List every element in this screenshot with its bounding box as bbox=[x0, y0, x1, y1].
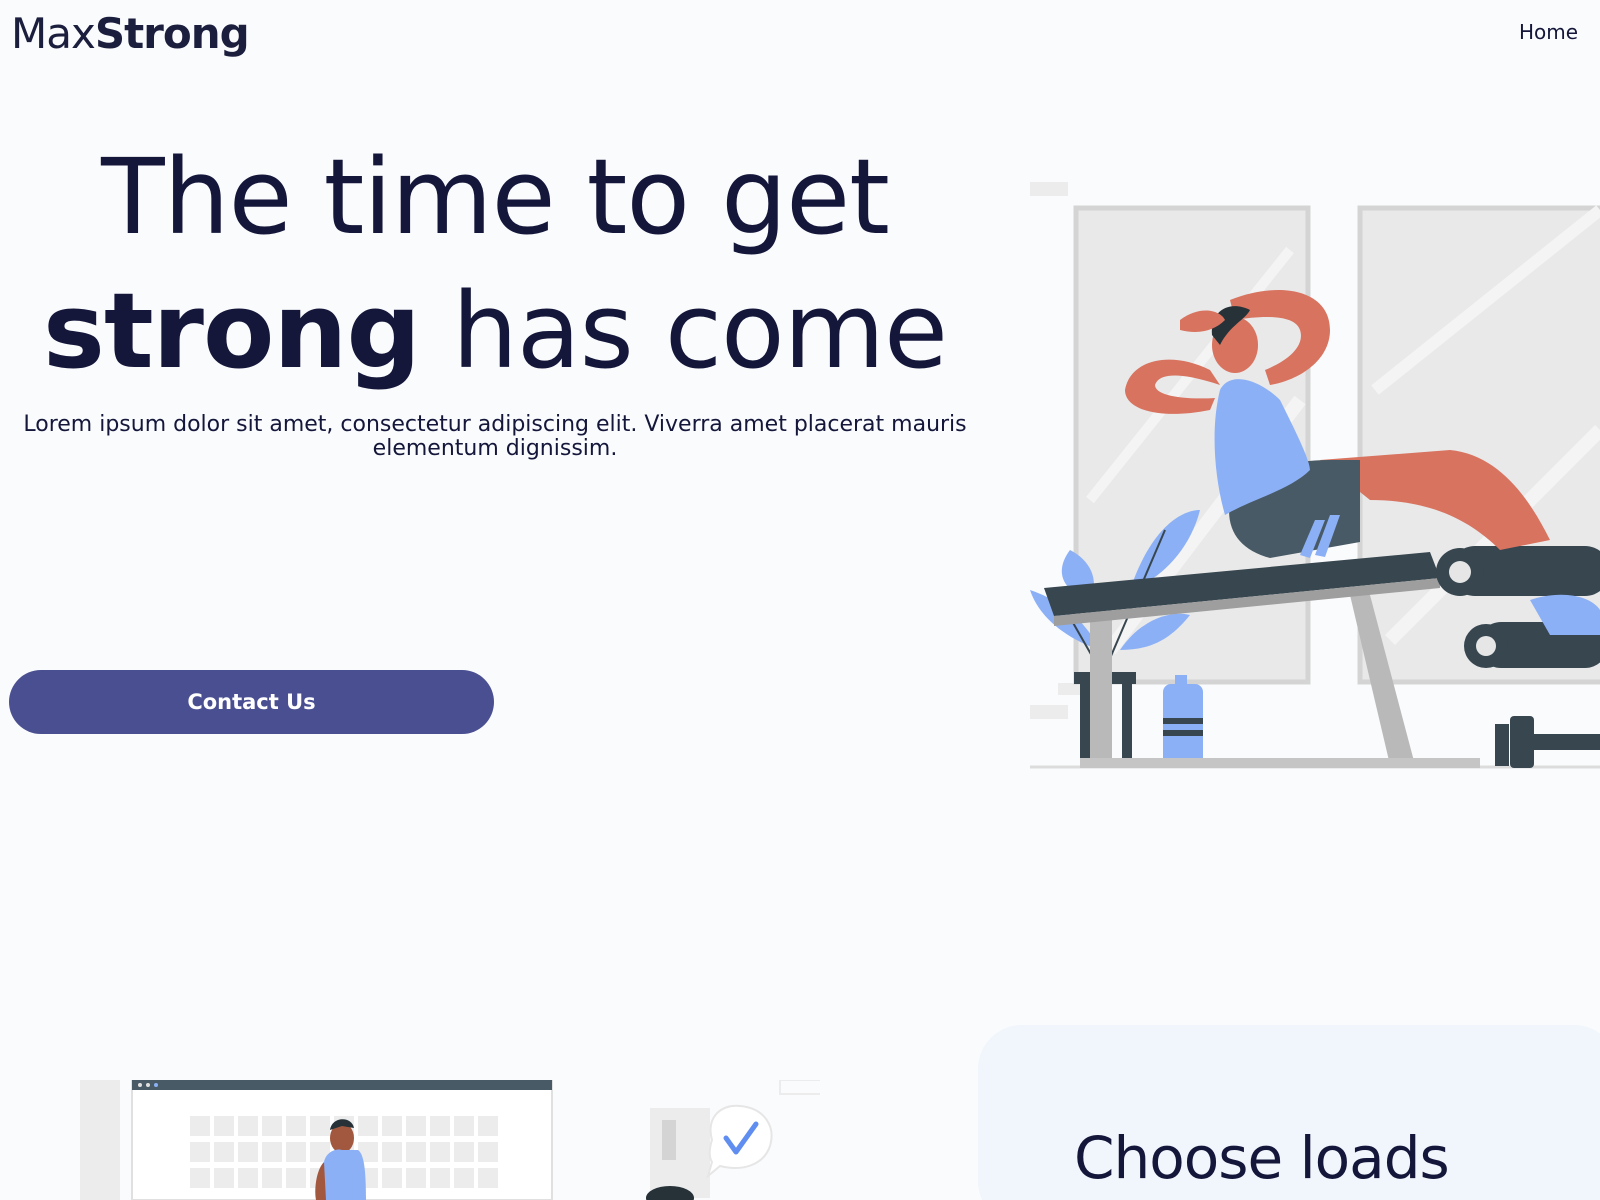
hero-title-rest: has come bbox=[419, 270, 948, 392]
workout-planner-illustration bbox=[80, 1080, 820, 1200]
man-doing-situps-illustration bbox=[1030, 182, 1600, 769]
hero-title-strong: strong bbox=[43, 270, 421, 392]
logo-text-light: Max bbox=[11, 9, 96, 58]
hero-title-line2: strong has come bbox=[0, 264, 990, 398]
landing-page: MaxStrong Home The time to get strong ha… bbox=[0, 0, 1600, 1200]
site-logo[interactable]: MaxStrong bbox=[11, 6, 250, 62]
hero-title-line1: The time to get bbox=[101, 136, 890, 258]
feature-card-title: Choose loads bbox=[1074, 1124, 1450, 1192]
logo-text-bold: Strong bbox=[94, 9, 250, 58]
nav-link-home[interactable]: Home bbox=[1519, 20, 1578, 44]
hero-subtitle: Lorem ipsum dolor sit amet, consectetur … bbox=[23, 412, 967, 461]
contact-us-button[interactable]: Contact Us bbox=[9, 670, 494, 734]
hero-title: The time to get strong has come bbox=[0, 130, 990, 398]
